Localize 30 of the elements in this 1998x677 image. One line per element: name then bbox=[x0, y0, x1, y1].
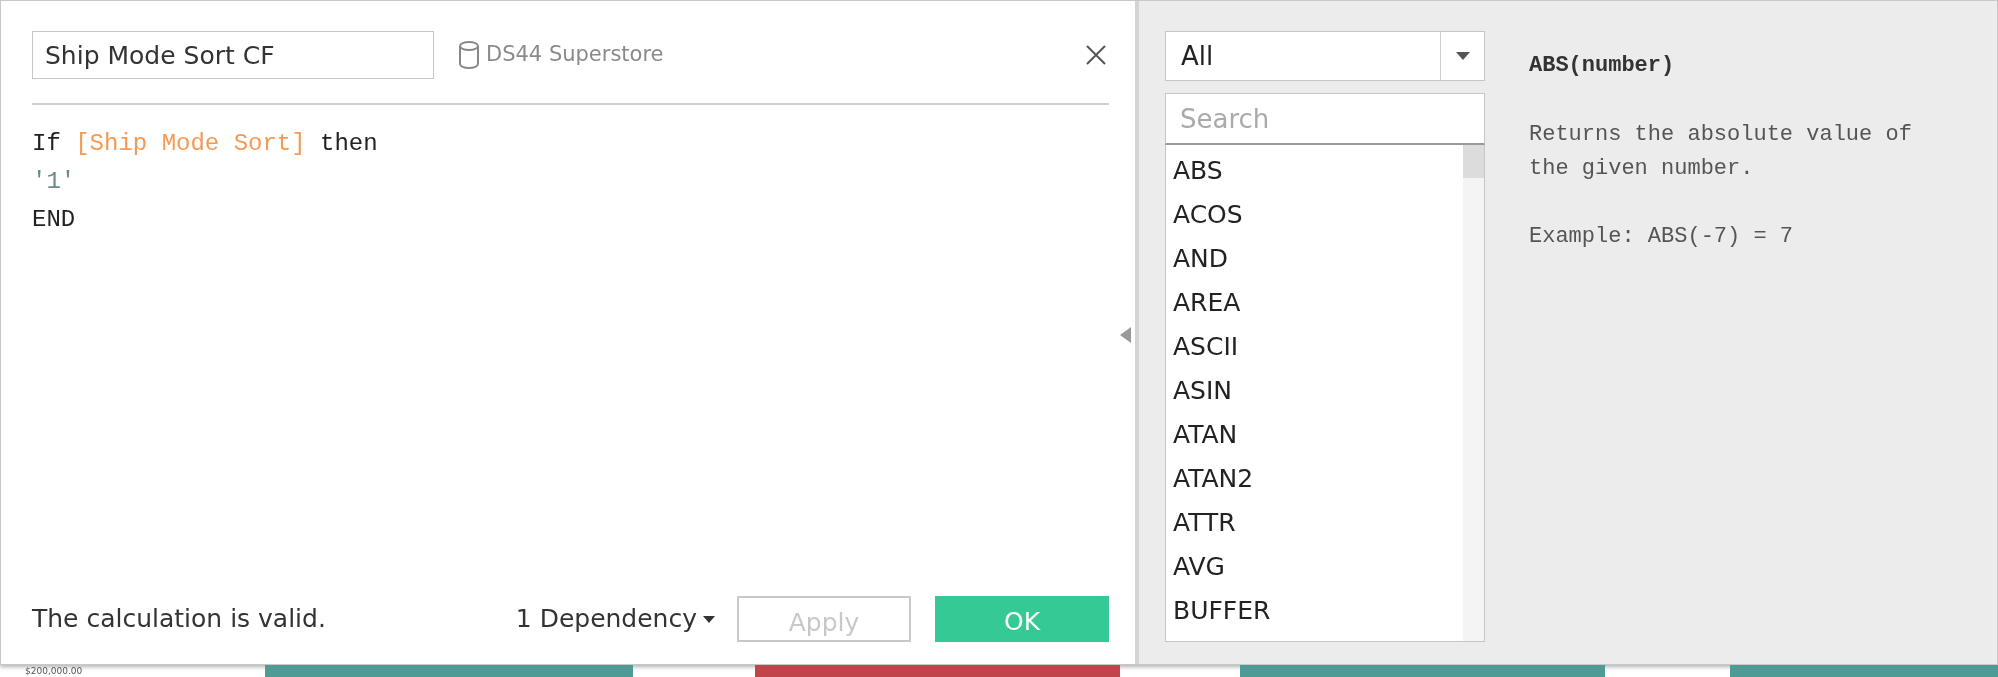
function-item[interactable]: AND bbox=[1166, 237, 1463, 281]
function-item[interactable]: ATTR bbox=[1166, 501, 1463, 545]
search-field[interactable]: Search bbox=[1165, 93, 1485, 145]
function-item[interactable]: BUFFER bbox=[1166, 589, 1463, 633]
dependency-dropdown[interactable]: 1 Dependency bbox=[515, 600, 715, 638]
data-source-label: DS44 Superstore bbox=[486, 41, 664, 69]
function-item[interactable]: ATAN2 bbox=[1166, 457, 1463, 501]
category-dropdown[interactable]: All bbox=[1165, 31, 1485, 81]
function-item[interactable]: ATAN bbox=[1166, 413, 1463, 457]
caret-icon bbox=[703, 615, 715, 623]
caret-icon bbox=[1455, 52, 1470, 60]
database-icon bbox=[458, 40, 480, 70]
function-item[interactable]: AVG bbox=[1166, 545, 1463, 589]
code-line: '1' bbox=[32, 167, 77, 197]
collapse-arrow-icon[interactable] bbox=[1120, 327, 1131, 343]
function-item[interactable]: ASCII bbox=[1166, 325, 1463, 369]
code-line: If [Ship Mode Sort] then bbox=[32, 129, 379, 159]
function-item[interactable]: ACOS bbox=[1166, 193, 1463, 237]
function-item[interactable]: ABS bbox=[1166, 149, 1463, 193]
scrollbar[interactable] bbox=[1463, 145, 1484, 641]
status-message: The calculation is valid. bbox=[32, 603, 326, 636]
close-icon[interactable] bbox=[1085, 44, 1107, 66]
calculation-name-field[interactable]: Ship Mode Sort CF bbox=[32, 31, 434, 79]
function-item[interactable]: ASIN bbox=[1166, 369, 1463, 413]
function-signature: ABS(number) bbox=[1529, 52, 1676, 80]
axis-label: $200,000.00 bbox=[24, 665, 84, 677]
code-line: END bbox=[32, 205, 77, 235]
function-description: Returns the absolute value of the given number. bbox=[1529, 121, 1913, 183]
function-item[interactable]: AREA bbox=[1166, 281, 1463, 325]
function-example: Example: ABS(-7) = 7 bbox=[1529, 223, 1795, 251]
